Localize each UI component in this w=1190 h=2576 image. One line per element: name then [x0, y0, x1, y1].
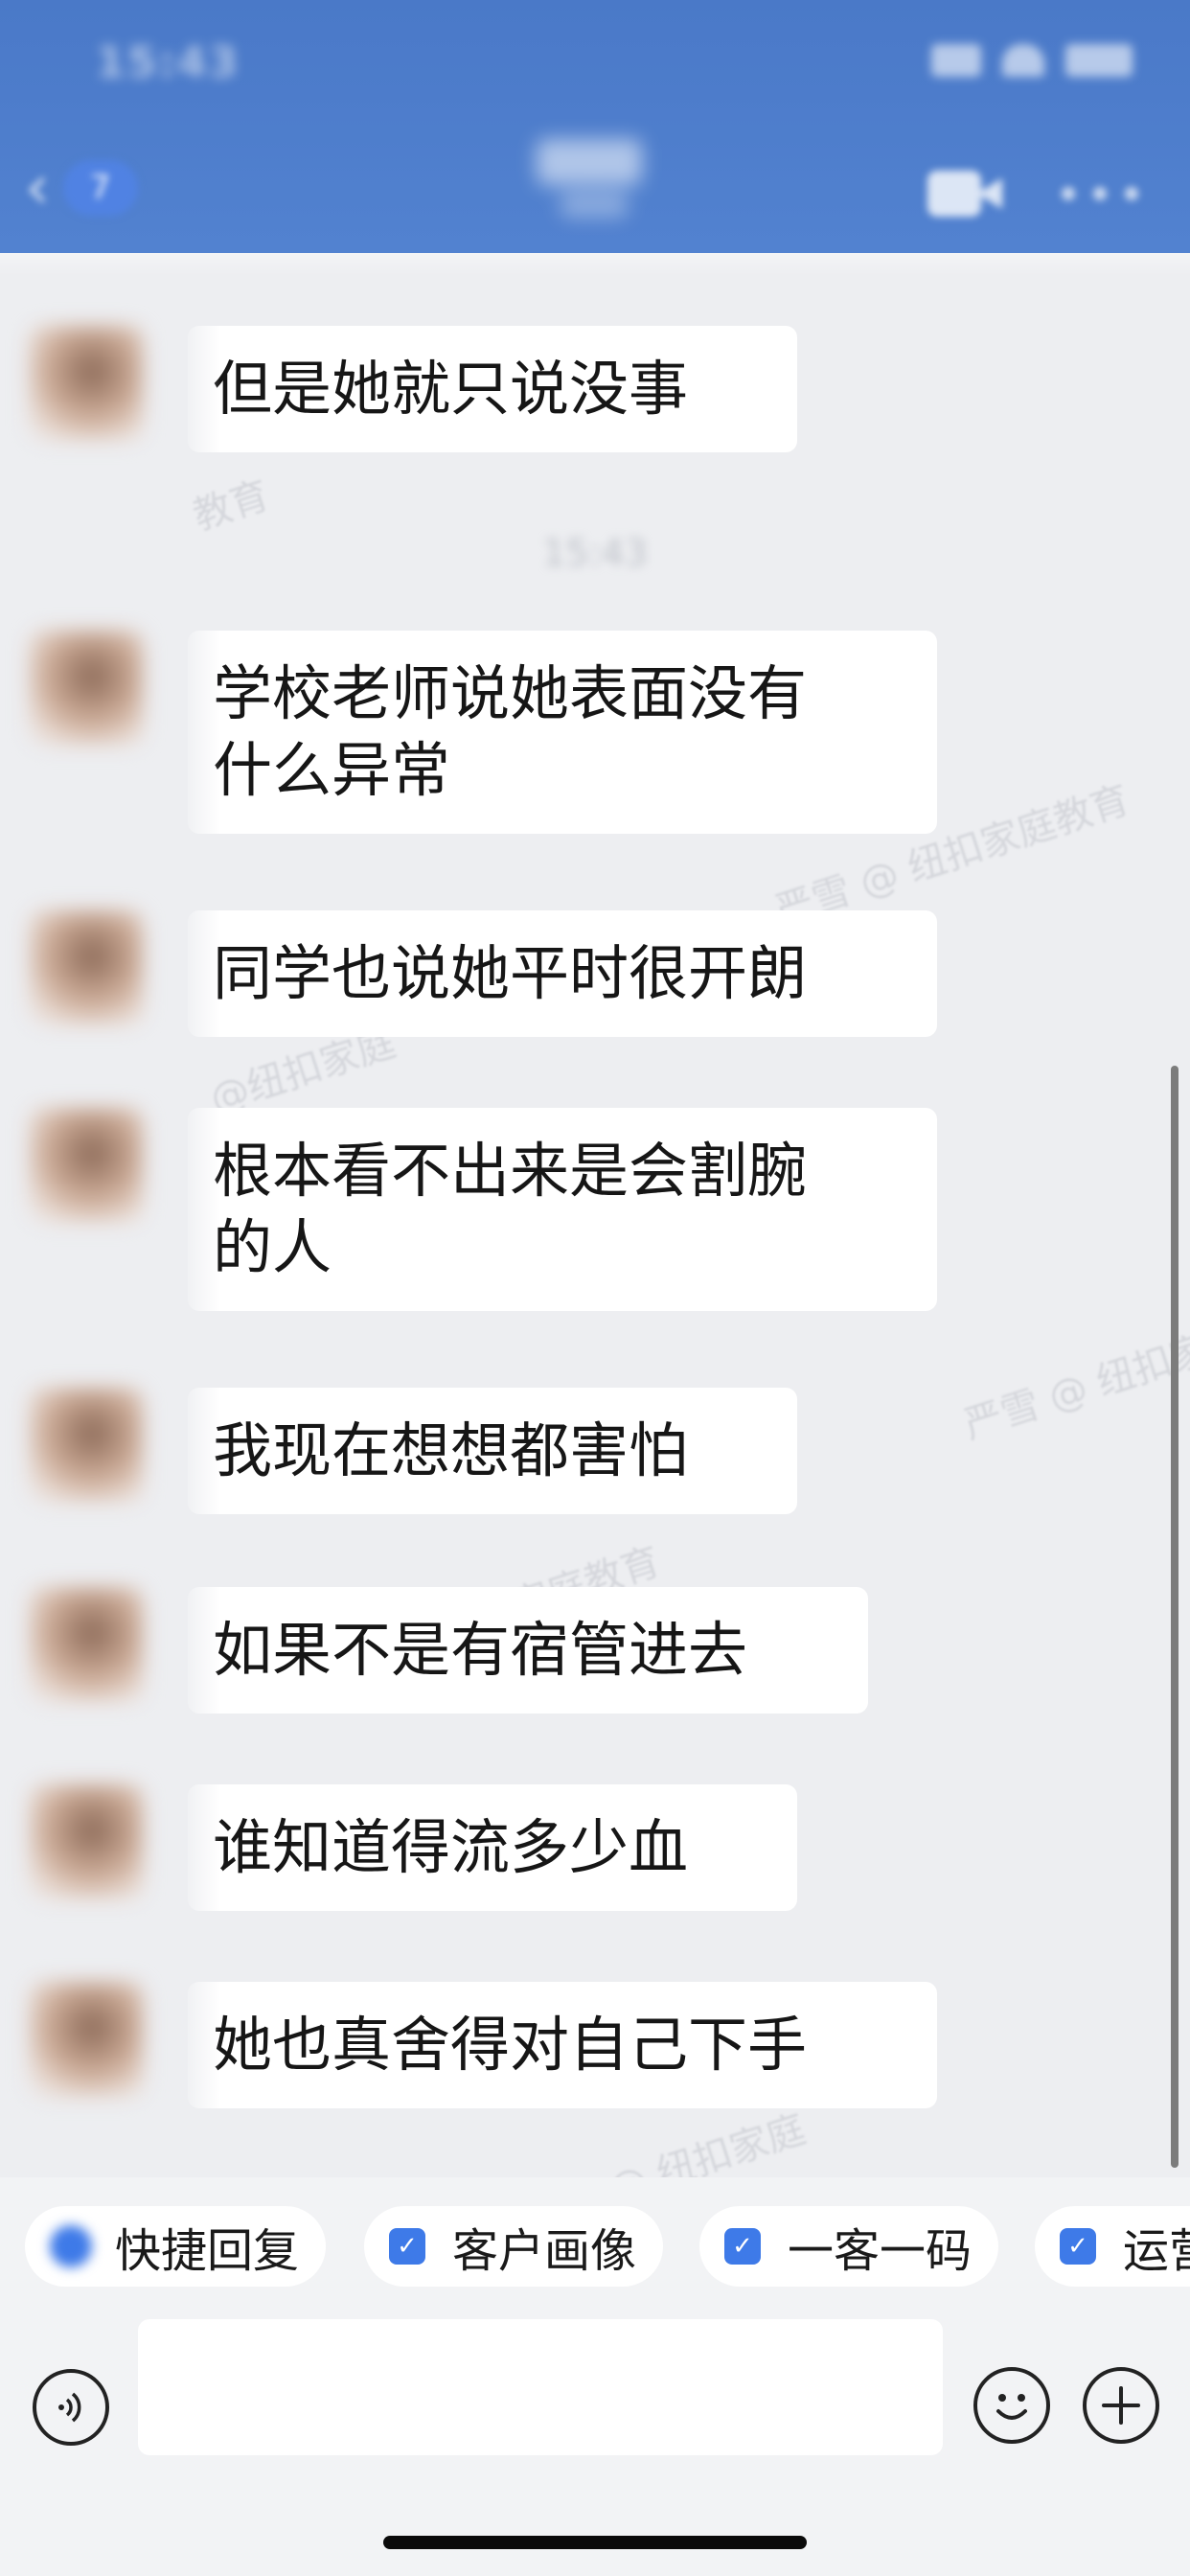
chip-label: 客户画像	[452, 2224, 637, 2278]
avatar[interactable]	[29, 631, 144, 746]
message-bubble[interactable]: 学校老师说她表面没有 什么异常	[188, 631, 937, 834]
chat-header: 15:43 ‹ 7	[0, 0, 1190, 253]
emoji-icon	[996, 2394, 1027, 2420]
wifi-icon	[1002, 44, 1044, 77]
chip-operations[interactable]: ✓ 运营	[1035, 2206, 1190, 2287]
message-bubble[interactable]: 但是她就只说没事	[188, 326, 797, 452]
time-separator: 15:43	[542, 532, 648, 574]
plus-icon	[1102, 2386, 1140, 2425]
voice-button[interactable]	[33, 2369, 109, 2446]
message-input[interactable]	[138, 2319, 943, 2455]
quick-reply-icon	[50, 2225, 92, 2267]
chat-title	[537, 139, 652, 225]
avatar[interactable]	[29, 910, 144, 1025]
back-button[interactable]: ‹ 7	[25, 153, 169, 222]
emoji-button[interactable]	[973, 2367, 1050, 2444]
scrollbar[interactable]	[1171, 1066, 1179, 2168]
unread-badge: 7	[62, 160, 138, 216]
chip-label: 快捷回复	[115, 2224, 300, 2278]
plus-button[interactable]	[1083, 2367, 1159, 2444]
avatar[interactable]	[29, 1108, 144, 1223]
battery-icon	[1065, 44, 1133, 77]
message-bubble[interactable]: 同学也说她平时很开朗	[188, 910, 937, 1037]
message-bubble[interactable]: 她也真舍得对自己下手	[188, 1982, 937, 2108]
video-call-icon	[927, 171, 981, 217]
status-icons	[931, 44, 1133, 77]
message-bubble[interactable]: 如果不是有宿管进去	[188, 1587, 868, 1714]
chip-label: 运营	[1123, 2224, 1190, 2278]
voice-icon	[58, 2392, 81, 2423]
home-indicator	[383, 2536, 807, 2549]
avatar[interactable]	[29, 326, 144, 441]
checkbox-icon: ✓	[724, 2228, 761, 2265]
checkbox-icon: ✓	[389, 2228, 425, 2265]
status-time: 15:43	[96, 38, 240, 87]
avatar[interactable]	[29, 1982, 144, 2097]
avatar[interactable]	[29, 1587, 144, 1702]
signal-icon	[931, 44, 981, 77]
avatar[interactable]	[29, 1388, 144, 1503]
more-button[interactable]	[1062, 180, 1138, 207]
checkbox-icon: ✓	[1060, 2228, 1096, 2265]
message-bubble[interactable]: 我现在想想都害怕	[188, 1388, 797, 1514]
avatar[interactable]	[29, 1784, 144, 1899]
message-bubble[interactable]: 根本看不出来是会割腕 的人	[188, 1108, 937, 1311]
quick-reply-bar: 快捷回复 ✓ 客户画像 ✓ 一客一码 ✓ 运营	[0, 2177, 1190, 2319]
more-icon	[1062, 187, 1075, 200]
chip-label: 一客一码	[788, 2224, 973, 2278]
back-chevron-icon: ‹	[25, 152, 50, 223]
message-bubble[interactable]: 谁知道得流多少血	[188, 1784, 797, 1911]
video-call-button[interactable]	[927, 171, 1002, 217]
chip-customer-profile[interactable]: ✓ 客户画像	[364, 2206, 664, 2287]
chip-quick-reply[interactable]: 快捷回复	[25, 2206, 327, 2287]
chip-one-customer-one-code[interactable]: ✓ 一客一码	[699, 2206, 999, 2287]
